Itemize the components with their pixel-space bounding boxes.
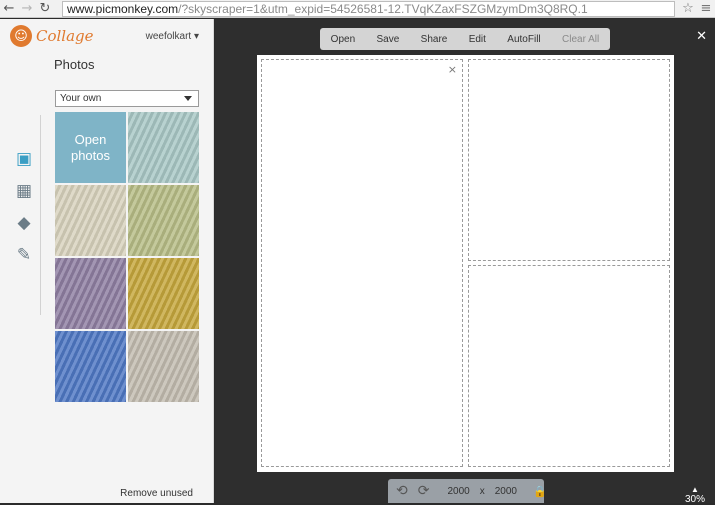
back-button[interactable]: ←	[0, 0, 18, 18]
open-photos-button[interactable]: Open photos	[55, 112, 126, 183]
photo-source-value: Your own	[60, 93, 102, 104]
sidebar: ☺ Collage weefolkart ▾ ▣ ▦ ◆ ✎ Photos Yo…	[0, 19, 214, 503]
forward-icon: →	[21, 1, 33, 16]
browser-menu-icon[interactable]: ≡	[697, 0, 715, 18]
address-bar[interactable]: www.picmonkey.com/?skyscraper=1&utm_expi…	[62, 0, 675, 17]
tool-icons: ▣ ▦ ◆ ✎	[8, 143, 40, 271]
share-button[interactable]: Share	[421, 34, 448, 45]
panel-title: Photos	[54, 57, 95, 72]
height-value[interactable]: 2000	[495, 486, 517, 497]
forward-button[interactable]: →	[18, 0, 36, 18]
photo-thumbnail[interactable]	[55, 331, 126, 402]
save-button[interactable]: Save	[377, 34, 400, 45]
photos-icon[interactable]: ▣	[8, 143, 40, 175]
photo-grid: Open photos	[55, 112, 199, 403]
bookmark-star-icon[interactable]: ☆	[679, 0, 697, 18]
browser-toolbar: ← → ↻ www.picmonkey.com/?skyscraper=1&ut…	[0, 0, 715, 18]
layouts-icon[interactable]: ▦	[8, 175, 40, 207]
chevron-down-icon	[184, 96, 192, 101]
logo-text: Collage	[36, 27, 94, 45]
photo-thumbnail[interactable]	[128, 331, 199, 402]
close-icon[interactable]: ✕	[696, 29, 707, 44]
collage-cell-left[interactable]: ×	[261, 59, 463, 467]
autofill-button[interactable]: AutoFill	[507, 34, 540, 45]
url-path: /?skyscraper=1&utm_expid=54526581-12.TVq…	[178, 1, 588, 16]
times-sign: x	[479, 485, 485, 497]
photo-thumbnail[interactable]	[55, 258, 126, 329]
zoom-control[interactable]: ▲ 30%	[685, 485, 705, 505]
back-icon: ←	[3, 1, 15, 16]
photo-source-select[interactable]: Your own	[55, 90, 199, 107]
zoom-level: 30%	[684, 494, 705, 505]
size-bar: ⟲ ⟳ 2000 x 2000 🔒	[388, 479, 547, 503]
photo-thumbnail[interactable]	[128, 258, 199, 329]
palette-icon[interactable]: ✎	[8, 239, 40, 271]
photo-thumbnail[interactable]	[128, 185, 199, 256]
reload-icon: ↻	[39, 1, 51, 16]
reload-button[interactable]: ↻	[36, 0, 54, 18]
photo-thumbnail[interactable]	[55, 185, 126, 256]
url-host: www.picmonkey.com	[67, 1, 179, 16]
photo-thumbnail[interactable]	[128, 112, 199, 183]
main-toolbar: Open Save Share Edit AutoFill Clear All	[320, 28, 610, 50]
remove-unused-link[interactable]: Remove unused	[120, 488, 193, 499]
open-button[interactable]: Open	[331, 34, 355, 45]
canvas-workspace: Open Save Share Edit AutoFill Clear All …	[215, 19, 715, 505]
zoom-up-icon: ▲	[691, 485, 699, 494]
sidebar-divider	[40, 115, 41, 315]
clear-all-button[interactable]: Clear All	[562, 34, 599, 45]
collage-logo[interactable]: ☺ Collage	[10, 25, 94, 47]
redo-icon[interactable]: ⟳	[418, 483, 430, 499]
width-value[interactable]: 2000	[447, 486, 469, 497]
monkey-logo-icon: ☺	[10, 25, 32, 47]
lock-icon[interactable]: 🔒	[533, 485, 547, 498]
stickers-icon[interactable]: ◆	[8, 207, 40, 239]
edit-button[interactable]: Edit	[469, 34, 486, 45]
collage-cell-bottom-right[interactable]	[468, 265, 670, 467]
collage-cell-top-right[interactable]	[468, 59, 670, 261]
collage-page: ×	[257, 55, 674, 472]
cell-close-icon[interactable]: ×	[448, 63, 457, 76]
undo-icon[interactable]: ⟲	[396, 483, 408, 499]
user-menu[interactable]: weefolkart ▾	[146, 31, 199, 42]
